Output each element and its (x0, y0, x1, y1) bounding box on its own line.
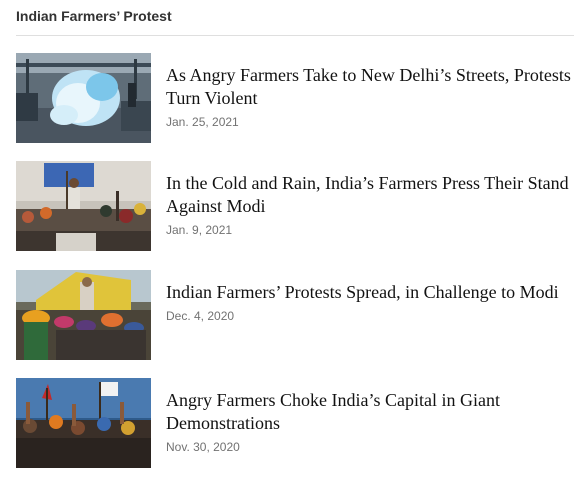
tear-gas-protest-photo (16, 53, 151, 143)
article-date: Dec. 4, 2020 (166, 309, 235, 323)
section-title: Indian Farmers’ Protest (16, 8, 172, 24)
article-thumbnail[interactable] (16, 270, 151, 360)
article-text: Angry Farmers Choke India’s Capital in G… (166, 389, 571, 454)
article-item[interactable]: As Angry Farmers Take to New Delhi’s Str… (16, 53, 574, 143)
article-item[interactable]: Angry Farmers Choke India’s Capital in G… (16, 378, 574, 468)
article-headline-link[interactable]: Indian Farmers’ Protests Spread, in Chal… (166, 281, 571, 304)
article-item[interactable]: In the Cold and Rain, India’s Farmers Pr… (16, 161, 574, 251)
crowd-raised-fists-photo (16, 378, 151, 468)
farmers-rally-flag-photo (16, 161, 151, 251)
article-headline-link[interactable]: Angry Farmers Choke India’s Capital in G… (166, 389, 571, 435)
article-text: As Angry Farmers Take to New Delhi’s Str… (166, 64, 571, 129)
article-thumbnail[interactable] (16, 161, 151, 251)
article-date: Nov. 30, 2020 (166, 440, 240, 454)
article-item[interactable]: Indian Farmers’ Protests Spread, in Chal… (16, 270, 574, 360)
article-text: Indian Farmers’ Protests Spread, in Chal… (166, 281, 571, 323)
farmers-turbans-truck-photo (16, 270, 151, 360)
article-headline-link[interactable]: In the Cold and Rain, India’s Farmers Pr… (166, 172, 571, 218)
section-header: Indian Farmers’ Protest (16, 8, 574, 36)
article-thumbnail[interactable] (16, 53, 151, 143)
article-thumbnail[interactable] (16, 378, 151, 468)
article-headline-link[interactable]: As Angry Farmers Take to New Delhi’s Str… (166, 64, 571, 110)
article-date: Jan. 25, 2021 (166, 115, 239, 129)
article-text: In the Cold and Rain, India’s Farmers Pr… (166, 172, 571, 237)
article-date: Jan. 9, 2021 (166, 223, 233, 237)
